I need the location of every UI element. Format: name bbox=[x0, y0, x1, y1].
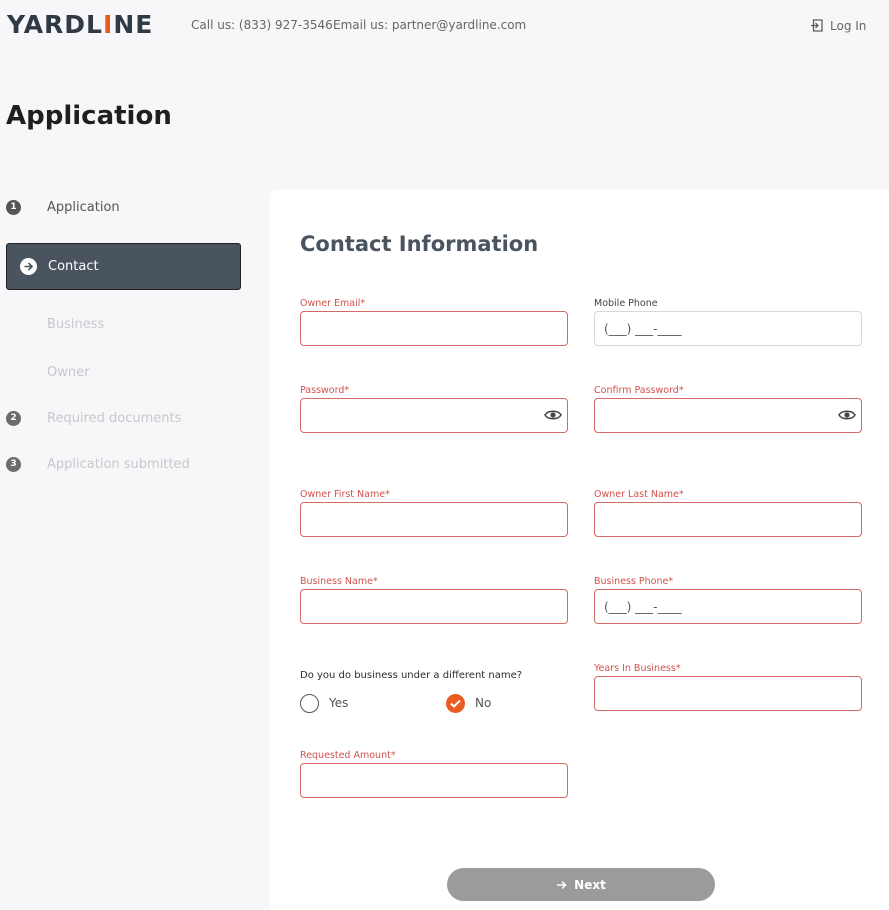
login-label: Log In bbox=[830, 18, 867, 33]
dba-no-radio-checked[interactable] bbox=[446, 693, 465, 713]
years-in-business-label: Years In Business* bbox=[594, 663, 681, 674]
password-field[interactable] bbox=[300, 398, 568, 433]
arrow-right-icon bbox=[20, 258, 37, 275]
business-name-label: Business Name* bbox=[300, 576, 378, 587]
owner-email-label: Owner Email* bbox=[300, 298, 366, 309]
dba-no-label: No bbox=[475, 696, 492, 710]
dba-yes-radio[interactable] bbox=[300, 693, 319, 713]
form-title: Contact Information bbox=[300, 232, 539, 256]
confirm-password-field[interactable] bbox=[594, 398, 862, 433]
yardline-logo[interactable]: YARDLINE bbox=[7, 10, 153, 40]
step-application[interactable]: 1 Application bbox=[6, 195, 120, 219]
checkmark-icon bbox=[450, 699, 461, 708]
owner-last-name-field[interactable] bbox=[594, 502, 862, 537]
requested-amount-label: Requested Amount* bbox=[300, 750, 396, 761]
mobile-phone-field[interactable]: (___) ___-____ bbox=[594, 311, 862, 346]
confirm-password-label: Confirm Password* bbox=[594, 385, 684, 396]
step-label-required-documents: Required documents bbox=[47, 410, 182, 426]
dba-yes-label: Yes bbox=[329, 696, 349, 710]
years-in-business-field[interactable] bbox=[594, 676, 862, 711]
step-number-2: 2 bbox=[6, 410, 21, 426]
substep-owner[interactable]: Owner bbox=[47, 363, 89, 383]
step-application-submitted[interactable]: 3 Application submitted bbox=[6, 452, 190, 476]
owner-first-name-field[interactable] bbox=[300, 502, 568, 537]
show-password-eye-icon[interactable] bbox=[544, 408, 562, 422]
login-icon bbox=[811, 19, 823, 32]
business-phone-field[interactable]: (___) ___-____ bbox=[594, 589, 862, 624]
next-button[interactable]: Next bbox=[447, 868, 715, 901]
dba-question: Do you do business under a different nam… bbox=[300, 670, 523, 681]
step-required-documents[interactable]: 2 Required documents bbox=[6, 406, 181, 430]
business-phone-label: Business Phone* bbox=[594, 576, 674, 587]
step-number-1: 1 bbox=[6, 199, 21, 215]
owner-last-name-label: Owner Last Name* bbox=[594, 489, 684, 500]
next-label: Next bbox=[574, 877, 606, 892]
step-contact-active[interactable]: Contact bbox=[6, 243, 241, 290]
business-name-field[interactable] bbox=[300, 589, 568, 624]
dba-no-option[interactable]: No bbox=[446, 693, 491, 713]
top-header: YARDLINE Call us: (833) 927-3546 Email u… bbox=[0, 0, 889, 52]
login-link[interactable]: Log In bbox=[810, 18, 866, 33]
mobile-phone-label: Mobile Phone bbox=[594, 298, 658, 309]
step-label-contact: Contact bbox=[48, 259, 99, 274]
password-label: Password* bbox=[300, 385, 350, 396]
page-title: Application bbox=[6, 101, 172, 131]
owner-email-field[interactable] bbox=[300, 311, 568, 346]
owner-first-name-label: Owner First Name* bbox=[300, 489, 390, 500]
show-confirm-password-eye-icon[interactable] bbox=[838, 408, 856, 422]
call-us-text: Call us: (833) 927-3546 bbox=[191, 18, 333, 32]
arrow-right-icon bbox=[557, 880, 567, 889]
email-us-text[interactable]: Email us: partner@yardline.com bbox=[333, 18, 526, 32]
step-number-3: 3 bbox=[6, 456, 21, 472]
requested-amount-field[interactable] bbox=[300, 763, 568, 798]
step-label-application-submitted: Application submitted bbox=[47, 456, 190, 472]
dba-yes-option[interactable]: Yes bbox=[300, 693, 348, 713]
substep-business[interactable]: Business bbox=[47, 315, 104, 335]
step-label-application: Application bbox=[47, 199, 120, 215]
